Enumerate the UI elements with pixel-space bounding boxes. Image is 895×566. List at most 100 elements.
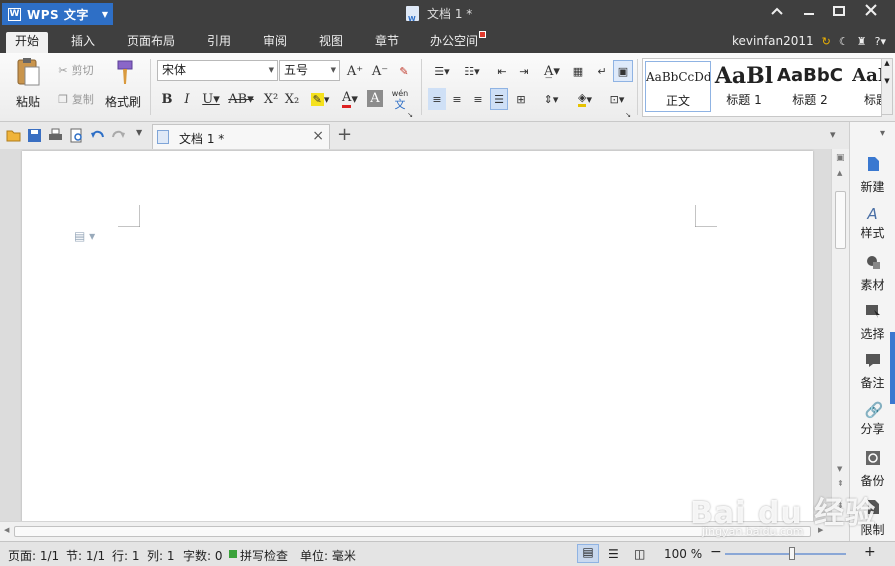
split-view-icon[interactable]: ▣ — [836, 153, 845, 163]
username[interactable]: kevinfan2011 — [732, 34, 814, 48]
next-page-icon[interactable]: ⇟ — [837, 501, 844, 510]
strikethrough-button[interactable]: AB▾ — [226, 88, 256, 110]
new-tab-button[interactable]: + — [337, 124, 352, 145]
tab-home[interactable]: 开始 — [6, 32, 48, 53]
task-backup[interactable]: 备份 — [850, 450, 895, 489]
zoom-in-button[interactable]: + — [864, 544, 876, 560]
paragraph-handle-icon[interactable]: ▤ ▾ — [74, 229, 95, 243]
close-tab-icon[interactable]: × — [312, 128, 324, 144]
table-button[interactable]: ▦ — [568, 60, 588, 82]
tab-list-icon[interactable]: ▾ — [830, 128, 836, 141]
phonetic-guide-button[interactable]: wén 文 — [386, 85, 414, 113]
style-normal[interactable]: AaBbCcDd 正文 — [645, 61, 711, 112]
horizontal-scroll-thumb[interactable] — [14, 526, 811, 537]
status-page[interactable]: 页面: 1/1 — [8, 547, 59, 564]
font-name-select[interactable]: 宋体 ▼ — [157, 60, 278, 81]
document-page[interactable]: ▤ ▾ — [22, 151, 813, 521]
close-window-button[interactable] — [860, 4, 882, 22]
style-heading-1[interactable]: AaBl 标题 1 — [711, 61, 777, 112]
font-color-button[interactable]: A ▾ — [336, 88, 364, 110]
numbered-list-button[interactable]: ☷▾ — [458, 60, 486, 82]
shirt-icon[interactable]: ♜ — [857, 35, 867, 48]
tab-insert[interactable]: 插入 — [62, 32, 104, 53]
tab-chapter[interactable]: 章节 — [366, 32, 408, 53]
task-material[interactable]: 素材 — [850, 254, 895, 293]
distribute-button[interactable]: ⊞ — [511, 88, 531, 110]
shrink-font-button[interactable]: A⁻ — [370, 60, 390, 82]
shading-button[interactable]: ◈ ▾ — [571, 88, 599, 110]
task-new[interactable]: 新建 — [850, 156, 895, 195]
chevron-down-icon[interactable]: ▼ — [882, 77, 892, 85]
align-right-button[interactable]: ≡ — [469, 88, 487, 110]
font-size-select[interactable]: 五号 ▼ — [279, 60, 340, 81]
tab-office-space[interactable]: 办公空间 — [428, 31, 486, 53]
page-view-button[interactable]: ▤ — [577, 544, 599, 563]
tab-review[interactable]: 审阅 — [254, 32, 296, 53]
vertical-scrollbar[interactable]: ▣ ▲ ▼ ⇞ ⇟ — [831, 149, 849, 521]
minimize-button[interactable] — [798, 4, 820, 22]
paste-button[interactable]: 粘贴 — [8, 57, 48, 110]
chevron-up-icon[interactable]: ▲ — [882, 59, 892, 67]
superscript-button[interactable]: X² — [262, 88, 280, 110]
borders-button[interactable]: ⊡▾ — [603, 88, 631, 110]
status-unit[interactable]: 单位: 毫米 — [300, 547, 356, 564]
tab-page-layout[interactable]: 页面布局 — [120, 32, 182, 53]
save-icon[interactable] — [27, 128, 42, 143]
open-folder-icon[interactable] — [6, 128, 21, 143]
task-style[interactable]: A 样式 — [850, 205, 895, 241]
scroll-right-icon[interactable]: ▶ — [818, 526, 823, 534]
clear-format-button[interactable]: ✎ — [394, 60, 414, 82]
text-direction-button[interactable]: A̲▾ — [538, 60, 566, 82]
document-canvas[interactable]: ▤ ▾ — [0, 149, 831, 521]
decrease-indent-button[interactable]: ⇤ — [492, 60, 512, 82]
grow-font-button[interactable]: A⁺ — [345, 60, 365, 82]
zoom-slider-track[interactable] — [725, 553, 846, 555]
highlight-button[interactable]: ✎ ▾ — [306, 88, 334, 110]
collapse-ribbon-button[interactable] — [766, 4, 788, 22]
underline-button[interactable]: U▾ — [198, 88, 224, 110]
sync-icon[interactable]: ↻ — [822, 35, 831, 48]
task-pane-collapse-handle[interactable] — [890, 332, 895, 404]
scroll-left-icon[interactable]: ◀ — [4, 526, 9, 534]
vertical-scroll-thumb[interactable] — [835, 191, 846, 249]
tab-references[interactable]: 引用 — [198, 32, 240, 53]
bullet-list-button[interactable]: ☰▾ — [428, 60, 456, 82]
skin-icon[interactable]: ☾ — [839, 35, 849, 48]
prev-page-icon[interactable]: ⇞ — [837, 479, 844, 488]
task-restrict[interactable]: 限制 — [850, 499, 895, 538]
show-hide-button[interactable]: ▣ — [613, 60, 633, 82]
print-preview-icon[interactable] — [69, 128, 84, 143]
scroll-up-icon[interactable]: ▲ — [837, 169, 842, 177]
undo-icon[interactable] — [90, 128, 105, 143]
tab-view[interactable]: 视图 — [310, 32, 352, 53]
line-spacing-button[interactable]: ⇕▾ — [537, 88, 565, 110]
web-view-button[interactable]: ◫ — [634, 547, 645, 561]
status-spell-check[interactable]: 拼写检查 — [240, 547, 288, 564]
paragraph-mark-button[interactable]: ↵ — [593, 60, 611, 82]
print-icon[interactable] — [48, 128, 63, 143]
cut-button[interactable]: ✂ 剪切 — [52, 59, 100, 81]
pane-menu-icon[interactable]: ▾ — [880, 128, 885, 139]
subscript-button[interactable]: X₂ — [283, 88, 301, 110]
zoom-level[interactable]: 100 % — [664, 547, 702, 561]
zoom-out-button[interactable]: − — [710, 544, 722, 560]
task-note[interactable]: 备注 — [850, 352, 895, 391]
task-share[interactable]: 🔗 分享 — [850, 401, 895, 437]
bold-button[interactable]: B — [158, 88, 176, 110]
justify-button[interactable]: ☰ — [490, 88, 508, 110]
app-menu-button[interactable]: W WPS 文字 ▼ — [2, 3, 113, 25]
status-word-count[interactable]: 字数: 0 — [183, 547, 223, 564]
redo-icon[interactable] — [111, 128, 126, 143]
align-left-button[interactable]: ≡ — [428, 88, 446, 110]
paragraph-dialog-launcher[interactable]: ↘ — [624, 111, 632, 119]
horizontal-scrollbar[interactable]: ◀ ▶ — [0, 521, 849, 541]
outline-view-button[interactable]: ☰ — [608, 547, 619, 561]
char-shading-button[interactable]: A — [367, 90, 383, 107]
document-tab[interactable]: 文档 1 * × — [152, 124, 330, 149]
align-center-button[interactable]: ≡ — [448, 88, 466, 110]
increase-indent-button[interactable]: ⇥ — [514, 60, 534, 82]
copy-button[interactable]: ❐ 复制 — [52, 88, 100, 110]
style-gallery-scroll[interactable]: ▲ ▼ — [881, 58, 893, 115]
format-painter-button[interactable]: 格式刷 — [102, 57, 144, 110]
scroll-down-icon[interactable]: ▼ — [837, 465, 842, 473]
